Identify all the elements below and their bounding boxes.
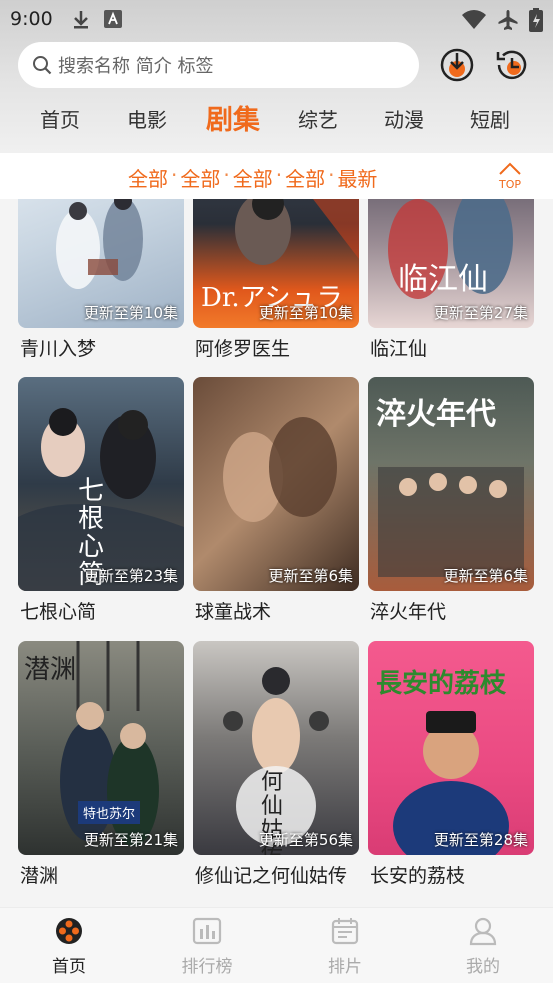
show-title: 修仙记之何仙姑传	[195, 865, 348, 887]
poster-image: 淬火年代 更新至第6集	[368, 377, 534, 591]
episode-badge: 更新至第6集	[443, 567, 528, 585]
poster-image: 何仙姑传 更新至第56集	[193, 641, 359, 855]
tab-home[interactable]: 首页	[40, 104, 80, 133]
nav-home[interactable]: 首页	[29, 916, 109, 977]
poster-image: Dr.アシュラ 更新至第10集	[193, 199, 359, 328]
poster-image: 七根心简 更新至第23集	[18, 377, 184, 591]
history-button-icon[interactable]	[494, 47, 530, 83]
show-title: 球童战术	[195, 601, 272, 623]
poster-logo: 淬火年代	[376, 397, 496, 432]
tab-anime[interactable]: 动漫	[384, 104, 424, 133]
show-card[interactable]: Dr.アシュラ 更新至第10集 阿修罗医生	[193, 199, 359, 360]
filter-bar: 全部 · 全部 · 全部 · 全部 · 最新 TOP	[0, 153, 553, 199]
poster-logo-main: 潜渊	[24, 655, 77, 685]
episode-badge: 更新至第56集	[258, 831, 353, 849]
status-time: 9:00	[10, 8, 53, 30]
episode-badge: 更新至第10集	[83, 304, 178, 322]
show-card[interactable]: 更新至第10集 青川入梦	[18, 199, 184, 360]
episode-badge: 更新至第10集	[258, 304, 353, 322]
poster-image: 更新至第6集	[193, 377, 359, 591]
nav-profile[interactable]: 我的	[443, 916, 523, 977]
show-card[interactable]: 七根心简 更新至第23集 七根心简	[18, 377, 184, 623]
poster-image: 長安的荔枝 更新至第28集	[368, 641, 534, 855]
nav-rankings[interactable]: 排行榜	[167, 916, 247, 977]
scroll-top-button[interactable]: TOP	[495, 161, 525, 193]
show-title: 阿修罗医生	[195, 338, 291, 360]
show-card[interactable]: 何仙姑传 更新至第56集 修仙记之何仙姑传	[193, 641, 359, 887]
search-icon	[33, 56, 52, 75]
poster-logo: 特也苏尔	[78, 801, 141, 824]
episode-badge: 更新至第21集	[83, 831, 178, 849]
show-title: 长安的荔枝	[370, 865, 466, 887]
poster-image: 潜渊 特也苏尔 更新至第21集	[18, 641, 184, 855]
chart-icon	[192, 917, 222, 945]
a-status-icon	[104, 10, 122, 28]
show-title: 潜渊	[20, 865, 59, 887]
status-bar: 9:00	[0, 0, 553, 38]
nav-profile-label: 我的	[466, 957, 500, 977]
download-button-icon[interactable]	[439, 47, 475, 83]
episode-badge: 更新至第28集	[433, 831, 528, 849]
top-label: TOP	[498, 178, 521, 191]
show-title: 七根心简	[20, 601, 97, 623]
show-card[interactable]: 長安的荔枝 更新至第28集 长安的荔枝	[368, 641, 534, 887]
show-grid: 更新至第10集 青川入梦 Dr.アシュラ 更新至第10集 阿修罗医生 临江仙 更…	[0, 199, 553, 907]
nav-home-label: 首页	[52, 957, 86, 977]
category-tabs: 首页 电影 剧集 综艺 动漫 短剧	[0, 96, 553, 144]
episode-badge: 更新至第6集	[268, 567, 353, 585]
show-title: 临江仙	[370, 338, 428, 360]
film-reel-icon	[56, 918, 82, 944]
battery-icon	[529, 8, 543, 32]
filter-sort[interactable]: 最新	[337, 163, 377, 192]
search-bar[interactable]: 搜索名称 简介 标签	[18, 42, 419, 88]
filter-type[interactable]: 全部	[128, 163, 168, 192]
search-input[interactable]: 搜索名称 简介 标签	[58, 52, 213, 78]
episode-badge: 更新至第27集	[433, 304, 528, 322]
show-card[interactable]: 淬火年代 更新至第6集 淬火年代	[368, 377, 534, 623]
nav-schedule[interactable]: 排片	[305, 916, 385, 977]
show-title: 青川入梦	[20, 338, 97, 360]
filter-region[interactable]: 全部	[180, 163, 220, 192]
tab-series[interactable]: 剧集	[206, 98, 260, 137]
download-status-icon	[74, 11, 88, 29]
filter-year[interactable]: 全部	[233, 163, 273, 192]
tab-short-drama[interactable]: 短剧	[470, 104, 510, 133]
show-title: 淬火年代	[370, 601, 447, 623]
poster-logo: 長安的荔枝	[376, 669, 507, 699]
episode-badge: 更新至第23集	[83, 567, 178, 585]
poster-logo: 临江仙	[398, 262, 488, 297]
poster-image: 更新至第10集	[18, 199, 184, 328]
show-card[interactable]: 更新至第6集 球童战术	[193, 377, 359, 623]
calendar-icon	[331, 918, 359, 945]
airplane-icon	[498, 10, 518, 30]
chevron-up-icon	[499, 162, 521, 175]
show-card[interactable]: 临江仙 更新至第27集 临江仙	[368, 199, 534, 360]
wifi-icon	[462, 10, 486, 29]
tab-variety[interactable]: 综艺	[298, 104, 338, 133]
show-card[interactable]: 潜渊 特也苏尔 更新至第21集 潜渊	[18, 641, 184, 887]
user-icon	[469, 917, 497, 946]
nav-rankings-label: 排行榜	[181, 957, 233, 977]
nav-schedule-label: 排片	[328, 957, 362, 977]
poster-image: 临江仙 更新至第27集	[368, 199, 534, 328]
bottom-nav: 首页 排行榜 排片 我的	[0, 907, 553, 983]
filter-language[interactable]: 全部	[285, 163, 325, 192]
tab-movies[interactable]: 电影	[127, 104, 167, 133]
header: 9:00 搜索名称 简介 标签 首页 电影 剧集 综艺 动漫 短剧	[0, 0, 553, 153]
